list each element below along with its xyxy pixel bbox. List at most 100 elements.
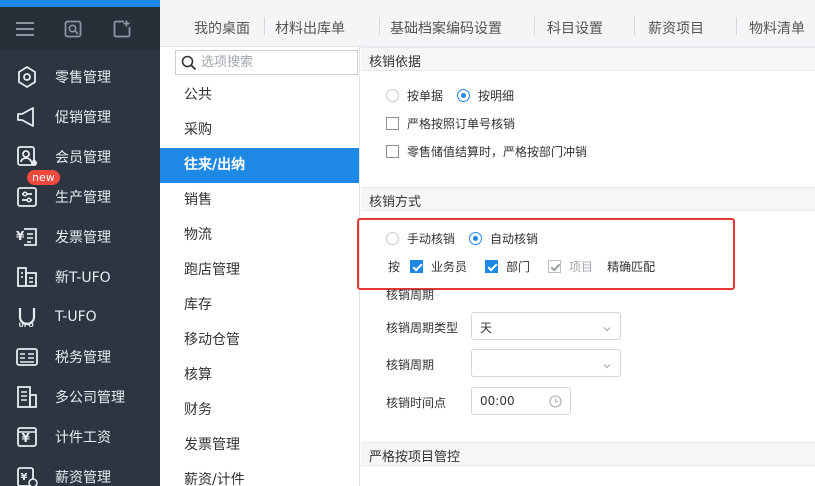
highlight-box [357, 218, 735, 290]
option-category-panel: 公共 采购 往来/出纳 销售 物流 跑店管理 库存 移动仓管 核算 财务 发票管… [160, 47, 360, 486]
hamburger-menu-icon[interactable] [14, 18, 36, 40]
period-select[interactable] [471, 349, 621, 377]
nav-item-member[interactable]: 会员管理 [0, 137, 160, 177]
checkbox-label: 零售储值结算时，严格按部门冲销 [407, 145, 588, 159]
nav-item-label: 零售管理 [55, 70, 111, 86]
section-header-strict-project: 严格按项目管控 [361, 442, 815, 466]
tab-material-outbound[interactable]: 材料出库单 [275, 18, 345, 38]
nav-item-label: 薪资管理 [55, 470, 111, 486]
tab-salary-items[interactable]: 薪资项目 [648, 18, 704, 38]
option-item-mobile-warehouse[interactable]: 移动仓管 [160, 323, 359, 358]
option-item-public[interactable]: 公共 [160, 78, 359, 113]
nav-item-label: 新T-UFO [55, 270, 111, 286]
period-section-label: 核销周期 [386, 288, 435, 302]
nav-item-new-t-ufo[interactable]: 新T-UFO [0, 257, 160, 297]
settings-content: 核销依据 按单据 按明细 严格按照订单号核销 零售储值结算时，严格按部门冲销 核… [357, 47, 815, 486]
tab-divider [264, 17, 265, 35]
tax-icon [14, 344, 40, 370]
method-radio-group: 手动核销 自动核销 [386, 230, 538, 247]
search-document-icon[interactable] [62, 18, 84, 40]
tab-divider [534, 17, 535, 35]
piecework-icon: ¥ [14, 424, 40, 450]
svg-text:¥: ¥ [22, 431, 31, 445]
radio-auto-writeoff[interactable] [469, 232, 483, 245]
nav-item-label: 税务管理 [55, 350, 111, 366]
option-item-logistics[interactable]: 物流 [160, 218, 359, 253]
ufo-icon: UFO [14, 304, 40, 330]
chevron-down-icon [603, 359, 611, 369]
option-item-accounting[interactable]: 核算 [160, 358, 359, 393]
checkbox-project[interactable] [548, 260, 562, 273]
period-label: 核销周期 [386, 358, 435, 372]
nav-accent-bar [0, 0, 160, 7]
by-label: 按 [388, 260, 401, 274]
tab-divider [379, 17, 380, 35]
nav-item-production[interactable]: new 生产管理 [0, 170, 160, 217]
checkbox-label: 业务员 [431, 260, 468, 274]
nav-header [0, 7, 160, 50]
checkbox-salesman[interactable] [410, 260, 424, 273]
option-item-salary-piecework[interactable]: 薪资/计件 [160, 463, 359, 486]
tab-bill-of-materials[interactable]: 物料清单 [749, 18, 805, 38]
tab-subject-settings[interactable]: 科目设置 [547, 18, 603, 38]
building-icon [14, 264, 40, 290]
nav-item-label: 计件工资 [55, 430, 111, 446]
chevron-down-icon [603, 322, 611, 332]
nav-item-piecework[interactable]: ¥ 计件工资 [0, 417, 160, 457]
member-icon [14, 144, 40, 170]
option-item-sales[interactable]: 销售 [160, 183, 359, 218]
nav-item-label: T-UFO [55, 309, 97, 325]
radio-by-document[interactable] [386, 89, 399, 102]
nav-item-label: 会员管理 [55, 150, 111, 166]
nav-item-t-ufo[interactable]: UFO T-UFO [0, 297, 160, 337]
new-badge: new [27, 170, 60, 185]
match-by-row: 按 业务员 部门 项目 精确匹配 [388, 258, 655, 275]
checkbox-department[interactable] [485, 260, 499, 273]
nav-item-multi-company[interactable]: 多公司管理 [0, 377, 160, 417]
nav-item-label: 多公司管理 [55, 390, 125, 406]
nav-item-invoice[interactable]: ¥ 发票管理 [0, 217, 160, 257]
checkbox-retail-dept-writeoff[interactable] [386, 145, 399, 158]
nav-item-label: 促销管理 [55, 110, 111, 126]
add-document-icon[interactable] [111, 18, 133, 40]
radio-label: 按单据 [407, 89, 444, 103]
option-item-store-visit[interactable]: 跑店管理 [160, 253, 359, 288]
salary-icon: ¥ [14, 464, 40, 486]
tab-divider [736, 17, 737, 35]
nav-item-retail[interactable]: 零售管理 [0, 57, 160, 97]
tab-bar: 我的桌面 材料出库单 基础档案编码设置 科目设置 薪资项目 物料清单 [160, 0, 815, 47]
section-title: 严格按项目管控 [369, 450, 461, 465]
nav-item-tax[interactable]: 税务管理 [0, 337, 160, 377]
option-search-input[interactable] [201, 53, 351, 72]
megaphone-icon [14, 104, 40, 130]
multi-company-icon [14, 384, 40, 410]
tab-my-desktop[interactable]: 我的桌面 [194, 18, 250, 38]
time-point-picker[interactable]: 00:00 [471, 387, 571, 415]
retail-icon [14, 64, 40, 90]
option-item-inventory[interactable]: 库存 [160, 288, 359, 323]
option-search-box[interactable] [175, 50, 358, 75]
select-value: 天 [480, 321, 493, 335]
nav-item-salary[interactable]: ¥ 薪资管理 [0, 457, 160, 486]
tab-basic-archive-coding[interactable]: 基础档案编码设置 [390, 18, 502, 38]
checkbox-strict-order-number[interactable] [386, 117, 399, 130]
section-title: 核销方式 [369, 195, 422, 210]
basis-radio-group: 按单据 按明细 [386, 87, 514, 104]
nav-item-label: 发票管理 [55, 230, 111, 246]
section-title: 核销依据 [369, 55, 422, 70]
radio-label: 按明细 [478, 89, 515, 103]
nav-item-promotion[interactable]: 促销管理 [0, 97, 160, 137]
option-item-purchase[interactable]: 采购 [160, 113, 359, 148]
nav-item-label: 生产管理 [55, 190, 111, 206]
exact-match-label: 精确匹配 [607, 260, 656, 274]
search-icon [181, 55, 197, 71]
radio-by-detail[interactable] [457, 89, 471, 102]
option-item-invoice[interactable]: 发票管理 [160, 428, 359, 463]
checkbox-label: 部门 [506, 260, 531, 274]
option-item-finance[interactable]: 财务 [160, 393, 359, 428]
radio-manual-writeoff[interactable] [386, 232, 399, 245]
tab-divider [634, 17, 635, 35]
svg-text:¥: ¥ [16, 229, 25, 243]
period-type-select[interactable]: 天 [471, 312, 621, 340]
option-item-ar-ap-cashier[interactable]: 往来/出纳 [160, 148, 359, 183]
